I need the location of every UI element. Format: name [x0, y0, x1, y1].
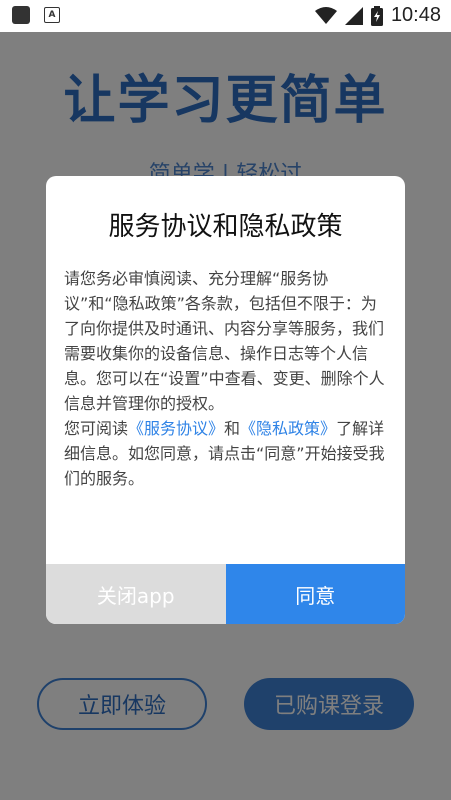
app-a-icon: A — [44, 7, 60, 23]
agree-button[interactable]: 同意 — [225, 564, 405, 624]
dialog-paragraph-2: 您可阅读《服务协议》和《隐私政策》了解详细信息。如您同意，请点击“同意”开始接受… — [64, 416, 390, 491]
service-agreement-link[interactable]: 《服务协议》 — [128, 419, 224, 438]
signal-icon — [344, 6, 363, 25]
dialog-paragraph-1: 请您务必审慎阅读、充分理解“服务协议”和“隐私政策”各条款，包括但不限于：为了向… — [64, 269, 385, 413]
dialog-p2-prefix: 您可阅读 — [64, 419, 129, 438]
dialog-title: 服务协议和隐私政策 — [108, 212, 343, 242]
wifi-icon — [314, 6, 337, 24]
dialog-body: 请您务必审慎阅读、充分理解“服务协议”和“隐私政策”各条款，包括但不限于：为了向… — [64, 266, 390, 491]
privacy-policy-dialog: 服务协议和隐私政策 请您务必审慎阅读、充分理解“服务协议”和“隐私政策”各条款，… — [46, 176, 405, 624]
privacy-policy-link[interactable]: 《隐私政策》 — [240, 419, 336, 438]
notification-square-icon — [12, 6, 30, 24]
dialog-p2-and: 和 — [224, 419, 241, 438]
status-bar: A 10:48 — [0, 0, 451, 32]
dialog-actions: 关闭app 同意 — [46, 564, 405, 624]
status-time: 10:48 — [390, 4, 441, 26]
status-bar-left: A — [12, 6, 60, 24]
close-app-button[interactable]: 关闭app — [46, 564, 226, 624]
battery-charging-icon — [370, 5, 383, 26]
status-bar-right: 10:48 — [314, 4, 441, 27]
